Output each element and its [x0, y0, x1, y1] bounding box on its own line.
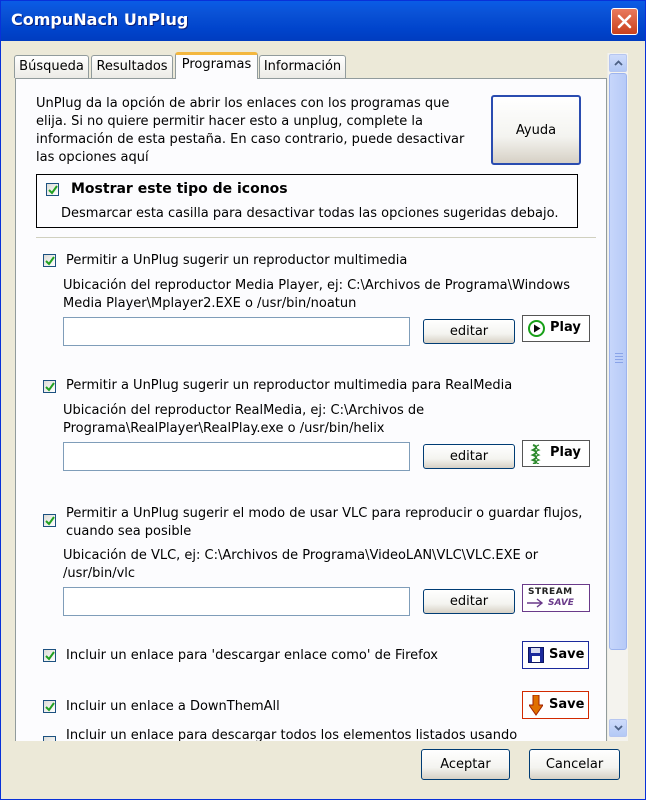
check-icon [45, 651, 55, 661]
cancel-button[interactable]: Cancelar [529, 749, 620, 780]
tab-programas[interactable]: Programas [175, 52, 258, 79]
media-player-play-badge[interactable]: Play [522, 315, 590, 342]
show-icons-hint: Desmarcar esta casilla para desactivar t… [61, 206, 559, 221]
media-player-location: Ubicación del reproductor Media Player, … [63, 278, 571, 293]
tab-label: Búsqueda [19, 59, 84, 74]
intro-line: elija. Si no quiere permitir hacer esto … [36, 114, 423, 129]
media-player-edit-button[interactable]: editar [423, 319, 515, 344]
show-icons-checkbox[interactable] [46, 183, 59, 196]
vlc-stream-save-badge[interactable]: STREAM SAVE [522, 584, 590, 612]
show-icons-label: Mostrar este tipo de iconos [71, 181, 288, 197]
intro-line: UnPlug da la opción de abrir los enlaces… [36, 96, 450, 111]
media-player-location: Media Player\Mplayer2.EXE o /usr/bin/noa… [63, 296, 357, 311]
media-player-path-input[interactable] [63, 317, 410, 346]
play-icon [528, 320, 545, 337]
vlc-label: Permitir a UnPlug sugerir el modo de usa… [66, 506, 583, 521]
save-label: SAVE [548, 598, 574, 608]
tab-resultados[interactable]: Resultados [91, 55, 173, 78]
downthemall-save-badge[interactable]: Save [522, 691, 589, 719]
close-button[interactable] [611, 8, 638, 35]
grip-line [615, 362, 623, 363]
real-media-checkbox[interactable] [43, 380, 56, 393]
grip-line [615, 356, 623, 357]
accept-button[interactable]: Aceptar [421, 749, 510, 780]
play-label: Play [550, 445, 581, 460]
download-arrow-icon [529, 695, 543, 716]
vlc-location: /usr/bin/vlc [63, 566, 136, 581]
separator [36, 237, 596, 238]
save-label: Save [549, 647, 585, 662]
save-label: Save [549, 697, 585, 712]
stream-arrow-icon [527, 598, 544, 608]
title-bar[interactable]: CompuNach UnPlug [1, 1, 645, 41]
real-media-edit-button[interactable]: editar [423, 444, 515, 469]
check-icon [48, 185, 58, 195]
firefox-save-checkbox[interactable] [43, 649, 56, 662]
play-label: Play [550, 320, 581, 335]
firefox-save-label: Incluir un enlace para 'descargar enlace… [66, 648, 438, 663]
dialog-footer: Aceptar Cancelar [1, 741, 645, 799]
scroll-down-button[interactable] [609, 719, 627, 737]
real-media-location: Programa\RealPlayer\RealPlay.exe o /usr/… [63, 421, 385, 436]
intro-line: información de esta pestaña. En caso con… [36, 132, 465, 147]
chevron-up-icon [614, 60, 623, 66]
check-icon [45, 702, 55, 712]
check-icon [45, 382, 55, 392]
stream-label: STREAM [528, 587, 573, 597]
firefox-save-badge[interactable]: Save [522, 641, 589, 669]
scroll-up-button[interactable] [609, 54, 627, 72]
media-player-checkbox[interactable] [43, 254, 56, 267]
show-icons-group: Mostrar este tipo de iconos Desmarcar es… [36, 174, 578, 228]
vlc-checkbox[interactable] [43, 514, 56, 527]
downthemall-checkbox[interactable] [43, 700, 56, 713]
check-icon [45, 256, 55, 266]
vertical-scrollbar[interactable] [607, 53, 628, 741]
tab-label: Programas [181, 57, 252, 72]
close-icon [617, 14, 632, 29]
programas-panel: UnPlug da la opción de abrir los enlaces… [15, 78, 607, 743]
downthemall-label: Incluir un enlace a DownThemAll [66, 699, 280, 714]
check-icon [45, 516, 55, 526]
chevron-down-icon [614, 725, 623, 731]
grip-line [615, 359, 623, 360]
tab-label: Resultados [96, 59, 168, 74]
media-player-label: Permitir a UnPlug sugerir un reproductor… [66, 253, 408, 268]
real-media-play-badge[interactable]: Play [522, 440, 590, 467]
real-media-path-input[interactable] [63, 442, 410, 471]
vlc-path-input[interactable] [63, 587, 410, 616]
realplayer-icon [530, 444, 541, 464]
tab-informacion[interactable]: Información [259, 55, 346, 78]
real-media-label: Permitir a UnPlug sugerir un reproductor… [66, 378, 513, 393]
vlc-edit-button[interactable]: editar [423, 589, 515, 614]
vlc-location: Ubicación de VLC, ej: C:\Archivos de Pro… [63, 548, 539, 563]
unplug-window: CompuNach UnPlug Búsqueda Resultados Pro… [0, 0, 646, 800]
window-title: CompuNach UnPlug [11, 10, 189, 29]
scroll-thumb[interactable] [609, 73, 627, 650]
real-media-location: Ubicación del reproductor RealMedia, ej:… [63, 403, 425, 418]
floppy-disk-icon [528, 647, 544, 663]
tab-busqueda[interactable]: Búsqueda [14, 55, 89, 78]
grip-line [615, 353, 623, 354]
help-button[interactable]: Ayuda [491, 95, 581, 165]
tab-label: Información [263, 59, 342, 74]
vlc-label: cuando sea posible [66, 524, 192, 539]
intro-line: las opciones aquí [36, 150, 149, 165]
